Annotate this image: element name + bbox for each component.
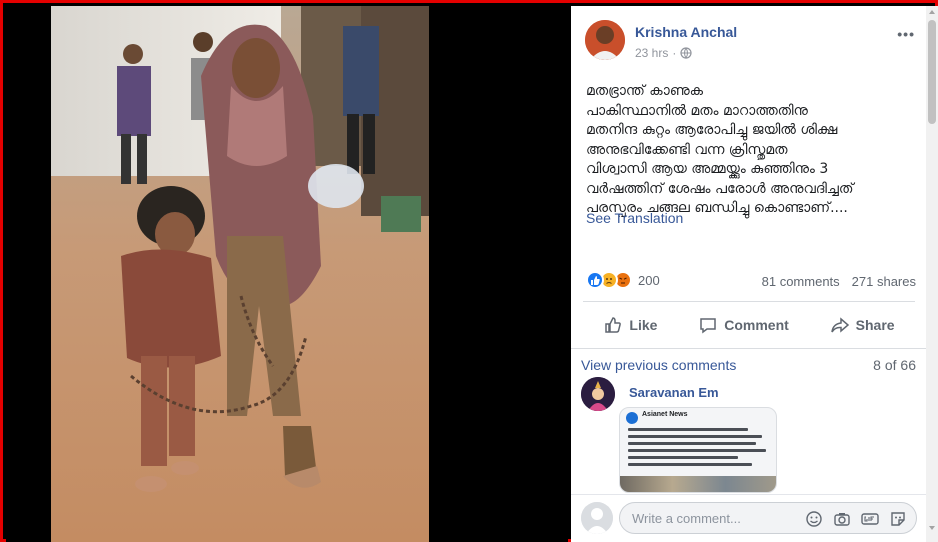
commenter-name[interactable]: Saravanan Em xyxy=(629,385,719,400)
camera-button[interactable] xyxy=(832,509,854,529)
comment-composer: Write a comment... xyxy=(571,494,926,542)
engagement-counts: 81 comments 271 shares xyxy=(762,274,916,289)
default-avatar-icon xyxy=(581,502,613,534)
comment-input-placeholder: Write a comment... xyxy=(632,511,741,526)
view-previous-comments-link[interactable]: View previous comments xyxy=(581,357,736,373)
share-label: Share xyxy=(855,317,895,333)
more-options-button[interactable]: ••• xyxy=(897,26,915,42)
comment-page-count: 8 of 66 xyxy=(873,357,916,373)
scroll-up-arrow-icon[interactable] xyxy=(926,6,938,18)
scroll-thumb[interactable] xyxy=(928,20,936,124)
author-avatar-image xyxy=(585,20,625,60)
reactions-summary[interactable]: 200 xyxy=(586,271,660,289)
composer-tools xyxy=(804,509,910,529)
reaction-count: 200 xyxy=(638,272,660,288)
globe-icon xyxy=(680,47,692,59)
like-button[interactable]: Like xyxy=(603,315,657,335)
comment-shared-image[interactable]: Asianet News xyxy=(619,407,777,493)
post-actions: Like Comment Share xyxy=(583,309,915,341)
like-reaction-icon xyxy=(586,271,604,289)
post-time[interactable]: 23 hrs xyxy=(635,46,668,60)
scroll-down-arrow-icon[interactable] xyxy=(926,522,938,534)
photo-viewer xyxy=(6,6,568,542)
share-button[interactable]: Share xyxy=(830,315,895,335)
post-side-panel: Krishna Anchal 23 hrs · ••• മതഭ്രാന്ത് ക… xyxy=(571,6,938,542)
post-text-line: വിശ്വാസി ആയ അമ്മയ്ക്കും കുഞ്ഞിനും 3 xyxy=(586,161,829,177)
commenter-avatar[interactable] xyxy=(581,377,615,411)
news-logo-icon xyxy=(626,412,638,424)
emoji-button[interactable] xyxy=(804,509,826,529)
sticker-icon xyxy=(891,512,905,526)
post-photo-image xyxy=(51,6,429,542)
comment-input[interactable]: Write a comment... xyxy=(619,502,917,534)
comment-button[interactable]: Comment xyxy=(698,315,789,335)
card-text-block xyxy=(628,428,768,470)
card-source: Asianet News xyxy=(642,411,688,418)
divider xyxy=(583,301,915,302)
post-text-line: പാകിസ്ഥാനിൽ മതം മാറാത്തതിനു xyxy=(586,102,808,119)
author-avatar[interactable] xyxy=(585,20,625,60)
post-text-line: മതഭ്രാന്ത് കാണുക xyxy=(586,83,704,99)
post-header: Krishna Anchal 23 hrs · ••• xyxy=(585,20,915,68)
comment-label: Comment xyxy=(724,317,789,333)
see-translation-link[interactable]: See Translation xyxy=(586,210,683,226)
viewer-avatar xyxy=(581,502,613,534)
shares-count[interactable]: 271 shares xyxy=(852,274,916,289)
comments-count[interactable]: 81 comments xyxy=(762,274,840,289)
post-text-line: അനുഭവിക്കേണ്ടി വന്ന ക്രിസ്തുമത xyxy=(586,141,788,158)
post-meta: 23 hrs · xyxy=(635,46,692,60)
share-icon xyxy=(830,317,849,333)
divider xyxy=(571,348,926,349)
post-photo[interactable] xyxy=(51,6,429,542)
post-text-line: വർഷത്തിന് ശേഷം പരോൾ അനുവദിച്ചത് xyxy=(586,180,854,197)
post-text-line: മതനിന്ദ കുറ്റം ആരോപിച്ചു ജയിൽ ശിക്ഷ xyxy=(586,122,838,138)
post-text: മതഭ്രാന്ത് കാണുക പാകിസ്ഥാനിൽ മതം മാറാത്ത… xyxy=(586,82,916,219)
sticker-button[interactable] xyxy=(888,509,910,529)
card-photo xyxy=(620,476,776,492)
gif-button[interactable] xyxy=(860,509,882,529)
comment-icon xyxy=(700,318,716,334)
author-name[interactable]: Krishna Anchal xyxy=(635,24,737,40)
like-icon xyxy=(605,317,622,333)
gif-icon xyxy=(861,513,879,525)
screenshot-frame: Krishna Anchal 23 hrs · ••• മതഭ്രാന്ത് ക… xyxy=(0,0,938,542)
emoji-icon xyxy=(806,511,822,527)
panel-scrollbar[interactable] xyxy=(926,6,938,542)
camera-icon xyxy=(834,513,850,526)
commenter-avatar-image xyxy=(581,377,615,411)
like-label: Like xyxy=(629,317,658,333)
